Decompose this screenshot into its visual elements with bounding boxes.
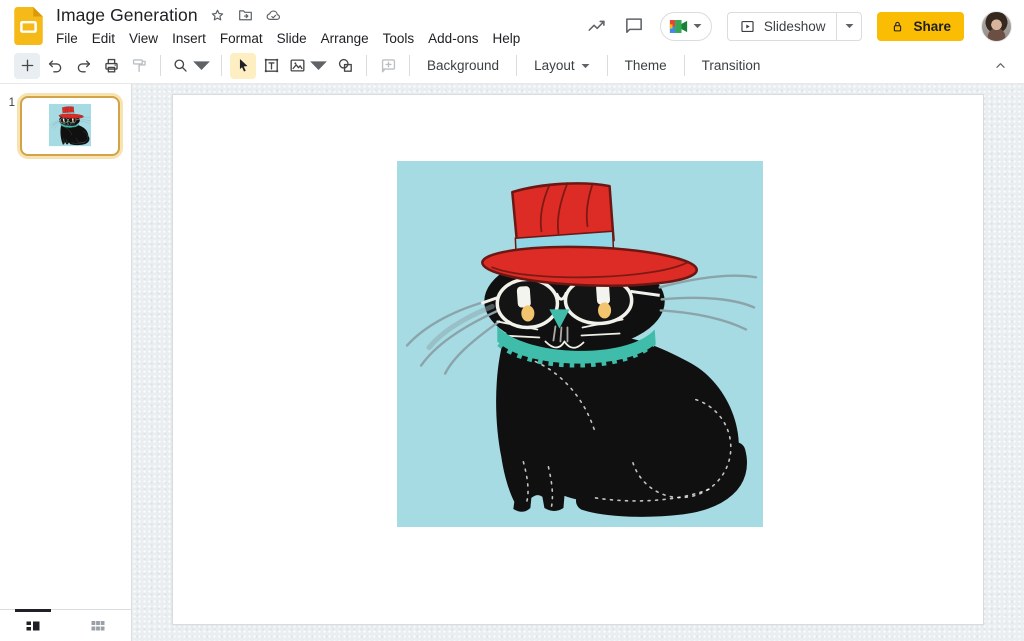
document-title[interactable]: Image Generation: [56, 5, 198, 26]
transition-button[interactable]: Transition: [692, 53, 771, 79]
share-button[interactable]: Share: [877, 12, 964, 41]
chevron-down-icon: [693, 23, 702, 29]
toolbar: Background Layout Theme Transition: [0, 48, 1024, 84]
menu-addons[interactable]: Add-ons: [421, 29, 485, 48]
redo-button[interactable]: [70, 53, 96, 79]
menu-arrange[interactable]: Arrange: [314, 29, 376, 48]
menu-edit[interactable]: Edit: [85, 29, 122, 48]
chevron-down-icon: [845, 23, 854, 29]
menu-slide[interactable]: Slide: [270, 29, 314, 48]
menu-tools[interactable]: Tools: [376, 29, 422, 48]
main-content: 1: [0, 84, 1024, 641]
insert-shape-button[interactable]: [332, 53, 358, 79]
slideshow-button[interactable]: Slideshow: [728, 13, 837, 40]
lock-icon: [890, 19, 905, 34]
filmstrip-view-button[interactable]: [0, 610, 66, 641]
slideshow-options-button[interactable]: [836, 13, 861, 40]
background-button[interactable]: Background: [417, 53, 509, 79]
slide-canvas[interactable]: [172, 94, 984, 625]
text-box-icon: [262, 56, 281, 75]
slide-thumbnail[interactable]: [20, 96, 120, 156]
image-icon: [288, 56, 307, 75]
print-icon: [102, 56, 121, 75]
chevron-down-icon: [192, 56, 211, 75]
layout-label: Layout: [534, 58, 575, 73]
shape-icon: [336, 56, 355, 75]
paint-format-button[interactable]: [126, 53, 152, 79]
layout-button[interactable]: Layout: [524, 53, 600, 79]
toolbar-separator: [160, 55, 161, 76]
activity-trending-icon[interactable]: [586, 15, 608, 37]
header-actions: Slideshow Share: [586, 11, 1014, 42]
move-folder-icon[interactable]: [237, 7, 254, 24]
cloud-status-icon[interactable]: [265, 7, 282, 24]
paint-roller-icon: [130, 56, 149, 75]
print-button[interactable]: [98, 53, 124, 79]
toolbar-separator: [516, 55, 517, 76]
cursor-arrow-icon: [234, 56, 253, 75]
filmstrip-view-icon: [24, 617, 42, 635]
plus-icon: [18, 56, 37, 75]
toolbar-separator: [221, 55, 222, 76]
add-comment-button[interactable]: [375, 53, 401, 79]
comments-icon[interactable]: [623, 15, 645, 37]
menu-help[interactable]: Help: [485, 29, 527, 48]
menu-insert[interactable]: Insert: [165, 29, 213, 48]
toolbar-separator: [607, 55, 608, 76]
slide-number: 1: [7, 96, 15, 156]
cat-illustration[interactable]: [397, 161, 763, 527]
menu-bar: File Edit View Insert Format Slide Arran…: [49, 27, 527, 49]
grid-view-button[interactable]: [66, 610, 132, 641]
meet-button[interactable]: [660, 12, 712, 41]
toolbar-separator: [409, 55, 410, 76]
star-icon[interactable]: [209, 7, 226, 24]
google-meet-icon: [669, 19, 688, 34]
menu-view[interactable]: View: [122, 29, 165, 48]
slide-thumbnail-row: 1: [0, 84, 131, 156]
app-header: Image Generation File Edit View Insert F…: [0, 0, 1024, 48]
slide-thumbnail-art: [49, 104, 91, 146]
zoom-button[interactable]: [169, 53, 213, 79]
menu-file[interactable]: File: [49, 29, 85, 48]
text-box-button[interactable]: [258, 53, 284, 79]
collapse-toolbar-button[interactable]: [988, 54, 1012, 78]
chevron-up-icon: [992, 57, 1009, 74]
undo-button[interactable]: [42, 53, 68, 79]
canvas-workspace: [132, 84, 1024, 641]
chevron-down-icon: [581, 63, 590, 69]
undo-icon: [46, 56, 65, 75]
toolbar-separator: [684, 55, 685, 76]
title-block: Image Generation File Edit View Insert F…: [56, 3, 527, 49]
present-play-icon: [739, 18, 756, 35]
filmstrip-panel: 1: [0, 84, 132, 641]
view-toggle-bar: [0, 609, 131, 641]
slideshow-label: Slideshow: [764, 19, 826, 34]
redo-icon: [74, 56, 93, 75]
toolbar-separator: [366, 55, 367, 76]
share-label: Share: [913, 19, 951, 34]
slideshow-split-button: Slideshow: [727, 12, 863, 41]
select-tool-button[interactable]: [230, 53, 256, 79]
zoom-magnifier-icon: [171, 56, 190, 75]
insert-image-button[interactable]: [286, 53, 330, 79]
new-slide-button[interactable]: [14, 53, 40, 79]
chevron-down-icon: [309, 56, 328, 75]
grid-view-icon: [89, 617, 107, 635]
google-slides-logo-icon[interactable]: [14, 7, 43, 45]
theme-button[interactable]: Theme: [615, 53, 677, 79]
user-avatar[interactable]: [981, 11, 1012, 42]
menu-format[interactable]: Format: [213, 29, 270, 48]
add-comment-icon: [379, 56, 398, 75]
